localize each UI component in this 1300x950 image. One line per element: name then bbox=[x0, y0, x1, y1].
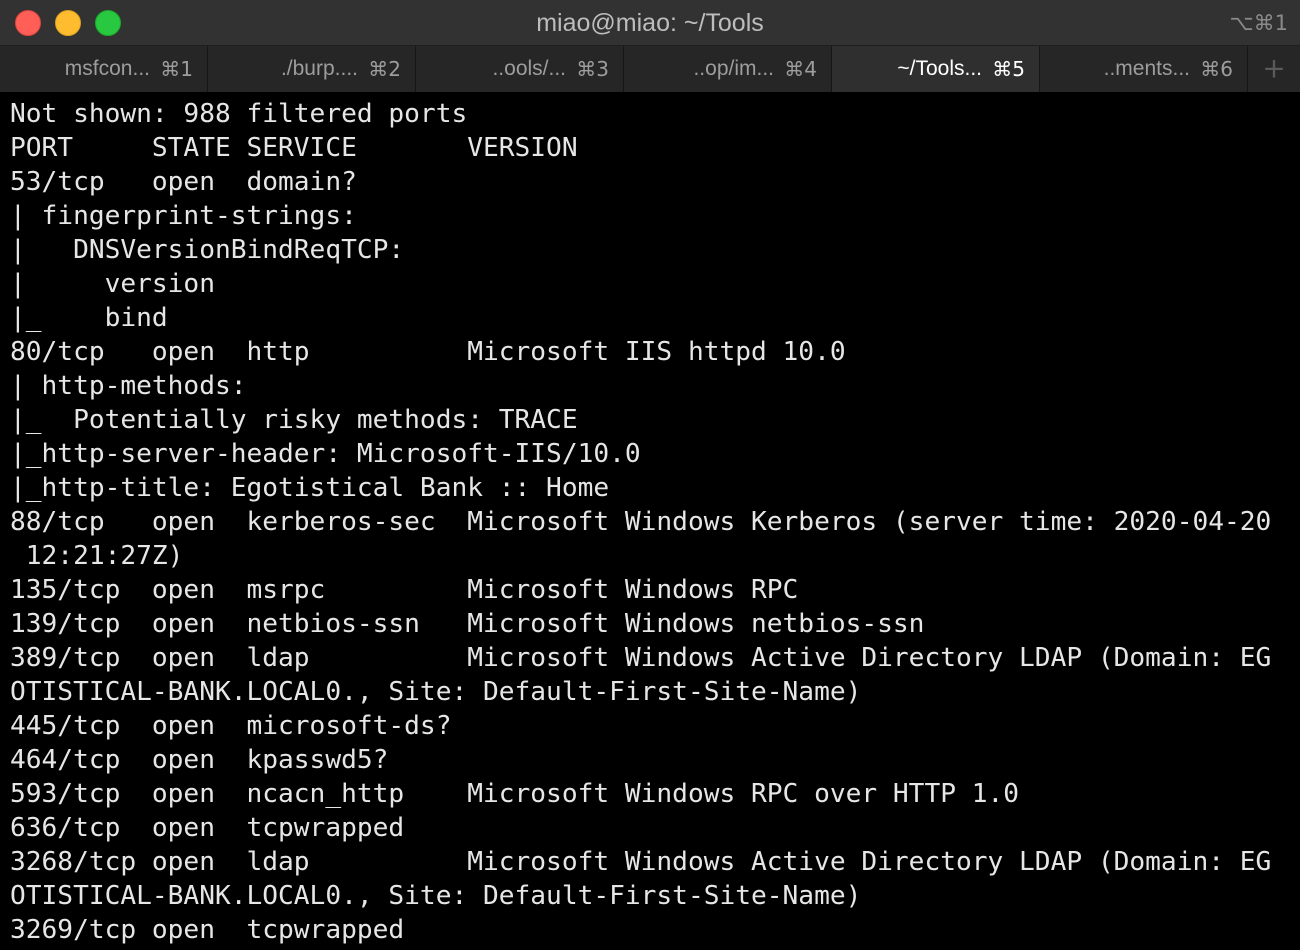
tab-shortcut: ⌘3 bbox=[576, 57, 609, 81]
terminal-line: 88/tcp open kerberos-sec Microsoft Windo… bbox=[10, 507, 1272, 537]
terminal-line: 445/tcp open microsoft-ds? bbox=[10, 711, 452, 741]
tab-shortcut: ⌘1 bbox=[160, 57, 193, 81]
tab-4[interactable]: ..op/im... ⌘4 bbox=[624, 46, 832, 92]
window-title: miao@miao: ~/Tools bbox=[536, 9, 764, 37]
terminal-output[interactable]: Not shown: 988 filtered ports PORT STATE… bbox=[0, 97, 1300, 950]
plus-icon: + bbox=[1262, 51, 1286, 85]
tab-shortcut: ⌘5 bbox=[992, 57, 1025, 81]
terminal-line: 464/tcp open kpasswd5? bbox=[10, 745, 389, 775]
tab-bar: msfcon... ⌘1 ./burp.... ⌘2 ..ools/... ⌘3… bbox=[0, 46, 1300, 92]
terminal-line: |_ bind bbox=[10, 303, 168, 333]
title-bar[interactable]: miao@miao: ~/Tools ⌥⌘1 bbox=[0, 0, 1300, 46]
terminal-line: 53/tcp open domain? bbox=[10, 167, 357, 197]
tab-shortcut: ⌘2 bbox=[368, 57, 401, 81]
terminal-line: Not shown: 988 filtered ports bbox=[10, 99, 468, 129]
window-shortcut: ⌥⌘1 bbox=[1229, 11, 1288, 35]
terminal-line: 80/tcp open http Microsoft IIS httpd 10.… bbox=[10, 337, 846, 367]
tab-1[interactable]: msfcon... ⌘1 bbox=[0, 46, 208, 92]
tab-3[interactable]: ..ools/... ⌘3 bbox=[416, 46, 624, 92]
terminal-line: 389/tcp open ldap Microsoft Windows Acti… bbox=[10, 643, 1272, 673]
terminal-line: 3269/tcp open tcpwrapped bbox=[10, 915, 405, 945]
tab-label: ..ools/... bbox=[492, 57, 566, 80]
terminal-line: |_http-server-header: Microsoft-IIS/10.0 bbox=[10, 439, 641, 469]
tab-label: ..op/im... bbox=[693, 57, 774, 80]
terminal-line: PORT STATE SERVICE VERSION bbox=[10, 133, 578, 163]
tab-label: ./burp.... bbox=[280, 57, 358, 80]
terminal-line: OTISTICAL-BANK.LOCAL0., Site: Default-Fi… bbox=[10, 881, 862, 911]
tab-5-active[interactable]: ~/Tools... ⌘5 bbox=[832, 46, 1040, 92]
terminal-line: 636/tcp open tcpwrapped bbox=[10, 813, 405, 843]
terminal-line: |_http-title: Egotistical Bank :: Home bbox=[10, 473, 610, 503]
terminal-line: |_ Potentially risky methods: TRACE bbox=[10, 405, 578, 435]
tab-2[interactable]: ./burp.... ⌘2 bbox=[208, 46, 416, 92]
terminal-line: 139/tcp open netbios-ssn Microsoft Windo… bbox=[10, 609, 925, 639]
tab-label: ..ments... bbox=[1103, 57, 1190, 80]
terminal-line: 593/tcp open ncacn_http Microsoft Window… bbox=[10, 779, 1020, 809]
terminal-line: 12:21:27Z) bbox=[10, 541, 184, 571]
terminal-line: 135/tcp open msrpc Microsoft Windows RPC bbox=[10, 575, 799, 605]
terminal-line: | fingerprint-strings: bbox=[10, 201, 357, 231]
tab-label: ~/Tools... bbox=[897, 57, 982, 80]
terminal-line: | http-methods: bbox=[10, 371, 247, 401]
tab-shortcut: ⌘6 bbox=[1200, 57, 1233, 81]
terminal-window: miao@miao: ~/Tools ⌥⌘1 msfcon... ⌘1 ./bu… bbox=[0, 0, 1300, 950]
new-tab-button[interactable]: + bbox=[1248, 46, 1300, 92]
terminal-line: | version bbox=[10, 269, 215, 299]
terminal-line: OTISTICAL-BANK.LOCAL0., Site: Default-Fi… bbox=[10, 677, 862, 707]
terminal-line: | DNSVersionBindReqTCP: bbox=[10, 235, 405, 265]
terminal-line: 3268/tcp open ldap Microsoft Windows Act… bbox=[10, 847, 1272, 877]
tab-label: msfcon... bbox=[64, 57, 150, 80]
tab-6[interactable]: ..ments... ⌘6 bbox=[1040, 46, 1248, 92]
tab-shortcut: ⌘4 bbox=[784, 57, 817, 81]
